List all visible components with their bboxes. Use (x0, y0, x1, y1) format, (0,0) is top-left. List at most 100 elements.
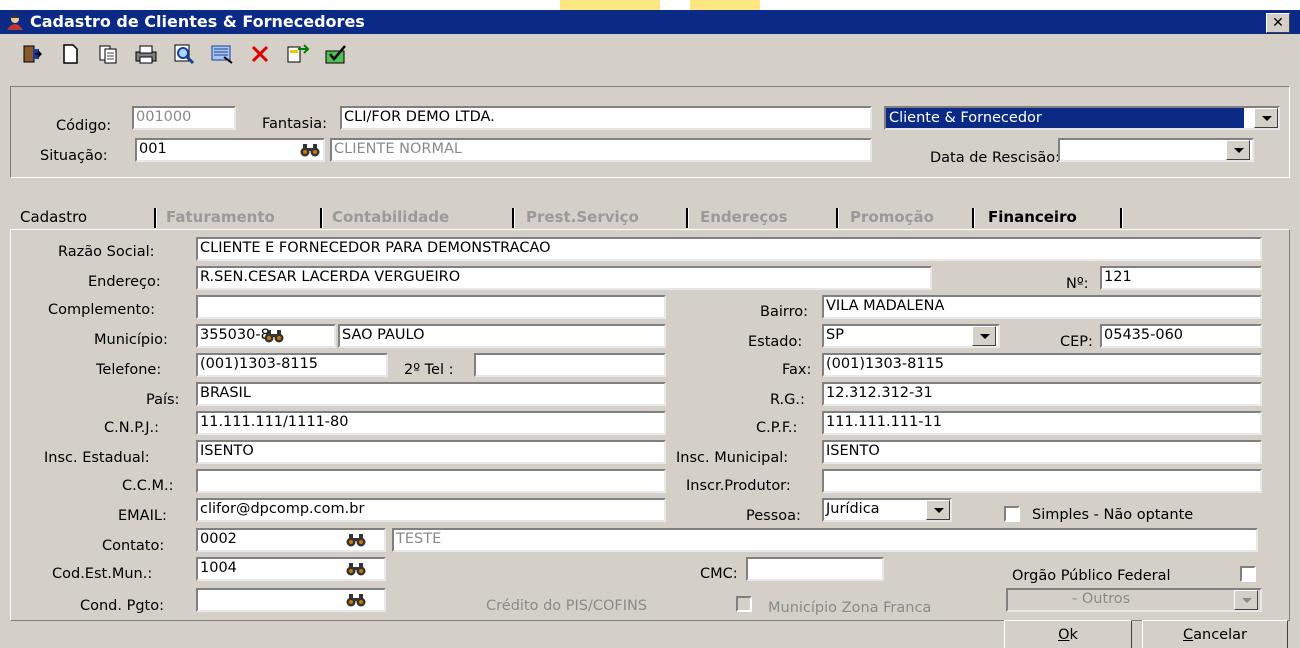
situacao-label: Situação: (40, 148, 108, 164)
cmc-label: CMC: (700, 566, 738, 582)
numero-field[interactable]: 121 (1100, 266, 1262, 290)
header-panel (10, 86, 1290, 178)
binoculars-icon[interactable] (346, 592, 366, 608)
email-label: EMAIL: (118, 508, 167, 524)
chevron-down-icon[interactable] (1234, 590, 1258, 610)
binoculars-icon[interactable] (264, 328, 284, 344)
tipo-select[interactable]: Cliente & Fornecedor (884, 106, 1280, 130)
close-button[interactable]: ✕ (1266, 13, 1290, 33)
binoculars-icon[interactable] (346, 532, 366, 548)
pais-field[interactable]: BRASIL (196, 382, 666, 406)
telefone2-field[interactable] (474, 353, 666, 377)
background-highlight (560, 0, 660, 10)
insc-estadual-label: Insc. Estadual: (44, 450, 150, 466)
estado-label: Estado: (748, 334, 803, 350)
window-title: Cadastro de Clientes & Fornecedores (30, 12, 365, 31)
pais-label: País: (146, 392, 180, 408)
zona-franca-label: Município Zona Franca (768, 600, 932, 616)
tab-separator (512, 208, 515, 228)
codigo-field[interactable]: 001000 (132, 106, 236, 130)
delete-icon[interactable] (246, 40, 274, 68)
simples-checkbox[interactable] (1004, 506, 1020, 522)
credito-pis-checkbox[interactable] (736, 596, 752, 612)
chevron-down-icon[interactable] (1254, 108, 1278, 128)
pessoa-label: Pessoa: (746, 508, 801, 524)
fax-label: Fax: (782, 362, 812, 378)
new-icon[interactable] (56, 40, 84, 68)
tab-financeiro[interactable]: Financeiro (988, 206, 1077, 230)
tab-promocao[interactable]: Promoção (850, 206, 934, 230)
telefone-field[interactable]: (001)1303-8115 (196, 353, 388, 377)
ccm-field[interactable] (196, 469, 666, 493)
rg-field[interactable]: 12.312.312-31 (822, 382, 1262, 406)
tab-contabilidade[interactable]: Contabilidade (332, 206, 449, 230)
tab-separator (836, 208, 839, 228)
cep-field[interactable]: 05435-060 (1100, 324, 1262, 348)
cpf-label: C.P.F.: (756, 420, 798, 436)
situacao-field[interactable]: 001 (135, 138, 325, 162)
codigo-label: Código: (56, 118, 112, 134)
dialog-window: Cadastro de Clientes & Fornecedores ✕ Có… (0, 0, 1300, 648)
chevron-down-icon[interactable] (972, 326, 996, 346)
contato-label: Contato: (102, 538, 165, 554)
endereco-field[interactable]: R.SEN.CESAR LACERDA VERGUEIRO (196, 266, 932, 290)
close-icon: ✕ (1272, 15, 1284, 31)
bairro-field[interactable]: VILA MADALENA (822, 295, 1262, 319)
exit-icon[interactable] (18, 40, 46, 68)
municipio-name-field[interactable]: SAO PAULO (338, 324, 666, 348)
transfer-icon[interactable] (284, 40, 312, 68)
insc-municipal-field[interactable]: ISENTO (822, 440, 1262, 464)
razao-social-field[interactable]: CLIENTE E FORNECEDOR PARA DEMONSTRACAO (196, 237, 1262, 261)
situacao-description: CLIENTE NORMAL (330, 138, 872, 162)
numero-label: Nº: (1066, 276, 1089, 292)
cnpj-field[interactable]: 11.111.111/1111-80 (196, 411, 666, 435)
cmc-field[interactable] (746, 557, 884, 581)
telefone2-label: 2º Tel : (404, 362, 454, 378)
search-icon[interactable] (170, 40, 198, 68)
background-highlight (690, 0, 760, 10)
tab-prest-servico[interactable]: Prest.Serviço (526, 206, 639, 230)
fantasia-field[interactable]: CLI/FOR DEMO LTDA. (340, 106, 872, 130)
tab-separator (320, 208, 323, 228)
chevron-down-icon[interactable] (1226, 140, 1250, 160)
print-icon[interactable] (132, 40, 160, 68)
fantasia-label: Fantasia: (262, 116, 328, 132)
rescisao-label: Data de Rescisão: (930, 150, 1061, 166)
ok-button[interactable]: Ok (1004, 620, 1132, 648)
complemento-field[interactable] (196, 295, 666, 319)
tab-enderecos[interactable]: Endereços (700, 206, 788, 230)
inscr-produtor-label: Inscr.Produtor: (686, 478, 791, 494)
fax-field[interactable]: (001)1303-8115 (822, 353, 1262, 377)
confirm-icon[interactable] (322, 40, 350, 68)
cnpj-label: C.N.P.J.: (104, 420, 160, 436)
tab-faturamento[interactable]: Faturamento (166, 206, 275, 230)
title-bar[interactable]: Cadastro de Clientes & Fornecedores (0, 10, 1300, 34)
tab-separator (154, 208, 157, 228)
app-icon (7, 14, 23, 30)
tab-cadastro[interactable]: Cadastro (20, 206, 87, 230)
insc-municipal-label: Insc. Municipal: (676, 450, 789, 466)
inscr-produtor-field[interactable] (822, 469, 1262, 493)
rescisao-date-field[interactable] (1058, 138, 1254, 162)
municipio-label: Município: (94, 332, 168, 348)
complemento-label: Complemento: (48, 302, 155, 318)
cep-label: CEP: (1060, 334, 1093, 350)
orgao-publico-checkbox[interactable] (1240, 566, 1256, 582)
view-icon[interactable] (208, 40, 236, 68)
tab-separator (1120, 208, 1123, 228)
tab-separator (686, 208, 689, 228)
copy-icon[interactable] (94, 40, 122, 68)
binoculars-icon[interactable] (346, 561, 366, 577)
chevron-down-icon[interactable] (926, 500, 950, 520)
insc-estadual-field[interactable]: ISENTO (196, 440, 666, 464)
email-field[interactable]: clifor@dpcomp.com.br (196, 498, 666, 522)
cancel-button[interactable]: Cancelar (1142, 620, 1288, 648)
telefone-label: Telefone: (96, 362, 162, 378)
tipo-selected-value: Cliente & Fornecedor (886, 108, 1244, 128)
orgao-publico-label: Orgão Público Federal (1012, 568, 1171, 584)
bairro-label: Bairro: (760, 304, 808, 320)
endereco-label: Endereço: (88, 274, 161, 290)
binoculars-icon[interactable] (300, 142, 320, 158)
zona-franca-select[interactable]: - Outros (1006, 588, 1262, 612)
cpf-field[interactable]: 111.111.111-11 (822, 411, 1262, 435)
